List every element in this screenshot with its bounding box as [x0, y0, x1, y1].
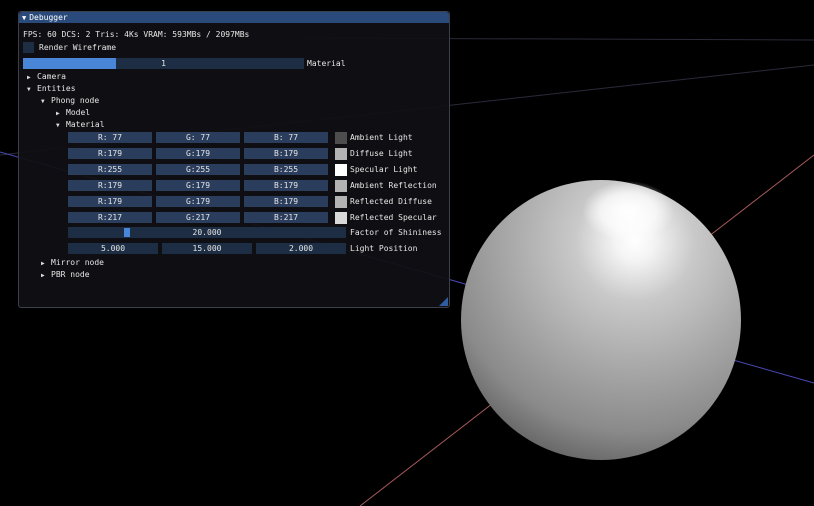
material-slider[interactable]: 1 [23, 58, 304, 69]
color-swatch[interactable] [335, 164, 347, 176]
light-pos-x[interactable]: 5.000 [68, 243, 158, 254]
wireframe-checkbox[interactable] [23, 42, 34, 53]
color-field-r[interactable]: R:179 [68, 196, 152, 207]
color-field-g[interactable]: G: 77 [156, 132, 240, 143]
color-field-g[interactable]: G:255 [156, 164, 240, 175]
color-field-b[interactable]: B:179 [244, 180, 328, 191]
arrow-right-icon: ▶ [41, 272, 45, 279]
color-field-g[interactable]: G:217 [156, 212, 240, 223]
color-field-b[interactable]: B:255 [244, 164, 328, 175]
shininess-slider[interactable]: 20.000 [68, 227, 346, 238]
arrow-down-icon: ▼ [56, 122, 60, 129]
light-pos-y[interactable]: 15.000 [162, 243, 252, 254]
color-row-label: Ambient Light [350, 133, 413, 142]
color-field-g[interactable]: G:179 [156, 196, 240, 207]
color-row-label: Specular Light [350, 165, 418, 174]
wireframe-label: Render Wireframe [39, 43, 117, 52]
color-row-label: Reflected Specular [350, 213, 437, 222]
title-bar[interactable]: ▼ Debugger [19, 12, 449, 23]
color-field-g[interactable]: G:179 [156, 148, 240, 159]
arrow-right-icon: ▶ [41, 260, 45, 267]
color-row-label: Reflected Diffuse [350, 197, 432, 206]
color-swatch[interactable] [335, 180, 347, 192]
color-field-r[interactable]: R:255 [68, 164, 152, 175]
resize-grip[interactable] [439, 297, 448, 306]
color-field-r[interactable]: R:217 [68, 212, 152, 223]
arrow-right-icon: ▶ [56, 110, 60, 117]
color-field-r[interactable]: R: 77 [68, 132, 152, 143]
color-field-b[interactable]: B: 77 [244, 132, 328, 143]
arrow-right-icon: ▶ [27, 74, 31, 81]
window-title: Debugger [29, 13, 68, 22]
tree-node-model[interactable]: ▶ Model [56, 108, 90, 117]
light-pos-z[interactable]: 2.000 [256, 243, 346, 254]
tree-node-mirror[interactable]: ▶ Mirror node [41, 258, 104, 267]
debugger-window[interactable]: ▼ Debugger FPS: 60 DCS: 2 Tris: 4Ks VRAM… [18, 11, 450, 308]
color-swatch[interactable] [335, 148, 347, 160]
material-slider-label: Material [307, 59, 346, 68]
color-row-label: Ambient Reflection [350, 181, 437, 190]
color-swatch[interactable] [335, 196, 347, 208]
color-swatch[interactable] [335, 212, 347, 224]
specular-highlight [582, 181, 674, 241]
color-field-b[interactable]: B:217 [244, 212, 328, 223]
tree-node-entities[interactable]: ▼ Entities [27, 84, 76, 93]
color-field-b[interactable]: B:179 [244, 148, 328, 159]
tree-node-camera[interactable]: ▶ Camera [27, 72, 66, 81]
stats-text: FPS: 60 DCS: 2 Tris: 4Ks VRAM: 593MBs / … [23, 30, 250, 39]
color-field-g[interactable]: G:179 [156, 180, 240, 191]
color-field-r[interactable]: R:179 [68, 148, 152, 159]
arrow-down-icon: ▼ [27, 86, 31, 93]
shininess-label: Factor of Shininess [350, 228, 442, 237]
color-field-r[interactable]: R:179 [68, 180, 152, 191]
material-slider-value: 1 [161, 59, 166, 68]
color-swatch[interactable] [335, 132, 347, 144]
tree-node-phong[interactable]: ▼ Phong node [41, 96, 99, 105]
light-position-label: Light Position [350, 244, 418, 253]
collapse-arrow-icon[interactable]: ▼ [22, 14, 26, 22]
shininess-value: 20.000 [192, 228, 222, 237]
color-field-b[interactable]: B:179 [244, 196, 328, 207]
tree-node-material[interactable]: ▼ Material [56, 120, 105, 129]
arrow-down-icon: ▼ [41, 98, 45, 105]
tree-node-pbr[interactable]: ▶ PBR node [41, 270, 90, 279]
color-row-label: Diffuse Light [350, 149, 413, 158]
